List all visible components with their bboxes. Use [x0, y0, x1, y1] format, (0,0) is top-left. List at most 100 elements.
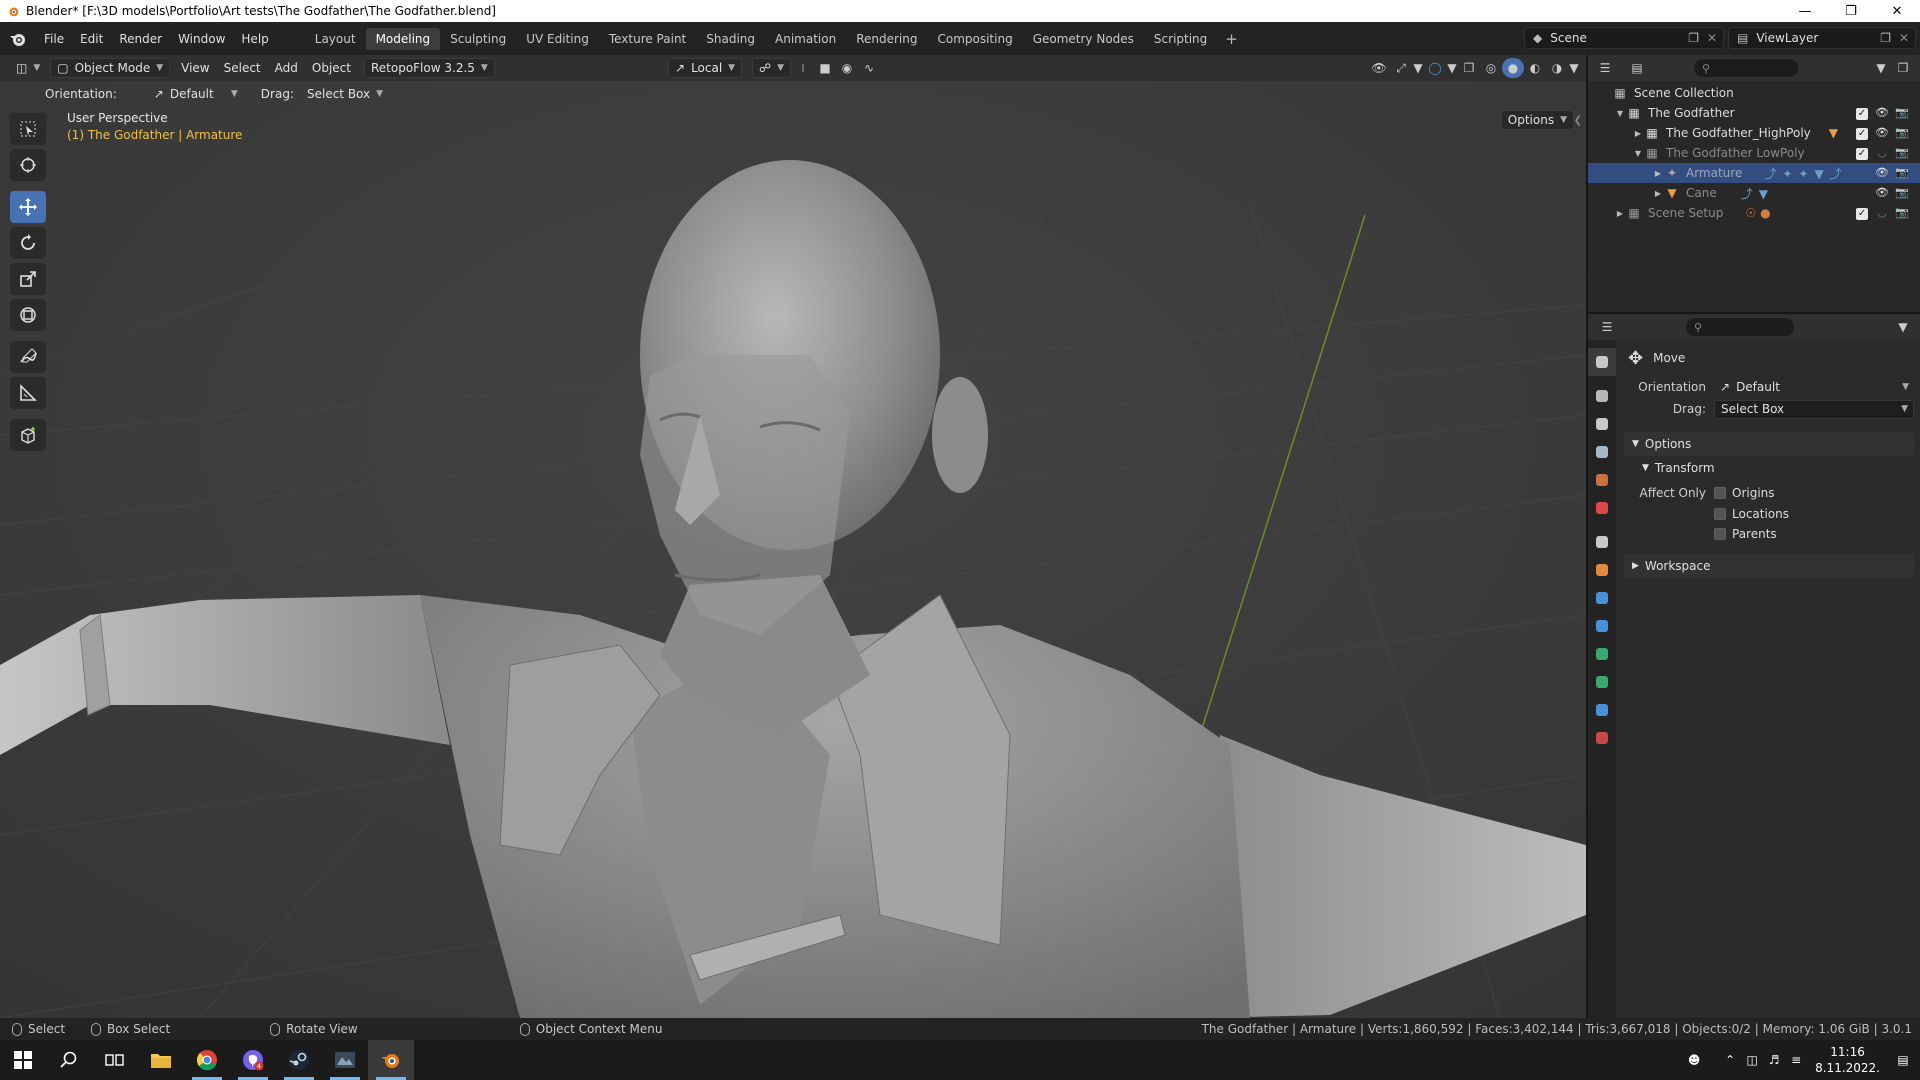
search-icon[interactable]: [46, 1040, 92, 1080]
exclude-checkbox[interactable]: ✓: [1852, 206, 1872, 220]
display-mode-icon[interactable]: ▤: [1626, 58, 1648, 78]
outliner-row-lowpoly[interactable]: ▼ ▦ The Godfather LowPoly ✓ ◡ 📷: [1588, 143, 1920, 163]
outliner-row-highpoly[interactable]: ▶ ▦ The Godfather_HighPoly ▼ ✓ 👁 📷: [1588, 123, 1920, 143]
scene-selector[interactable]: ◆ Scene ❐ ✕: [1524, 27, 1724, 49]
blender-icon[interactable]: [368, 1040, 414, 1080]
language-icon[interactable]: ≡: [1785, 1050, 1807, 1070]
tab-animation[interactable]: Animation: [765, 28, 846, 50]
start-icon[interactable]: [0, 1040, 46, 1080]
expand-right-icon[interactable]: ▶: [1652, 189, 1664, 198]
select-box-icon[interactable]: [10, 113, 46, 145]
expand-right-icon[interactable]: ▶: [1652, 169, 1664, 178]
exclude-checkbox[interactable]: ✓: [1852, 106, 1872, 120]
tab-scripting[interactable]: Scripting: [1144, 28, 1217, 50]
expand-down-icon[interactable]: ▼: [1614, 109, 1626, 118]
parents-checkbox[interactable]: [1714, 528, 1726, 540]
minimize-icon[interactable]: —: [1782, 0, 1828, 22]
physics-tab-icon[interactable]: [1588, 640, 1616, 668]
workspace-panel-header[interactable]: ▶ Workspace: [1624, 554, 1914, 578]
snap-toggle-icon[interactable]: ⧙: [792, 58, 814, 78]
annotate-icon[interactable]: [10, 341, 46, 373]
particles-tab-icon[interactable]: [1588, 612, 1616, 640]
origins-checkbox[interactable]: [1714, 487, 1726, 499]
drag-dropdown[interactable]: Select Box ▼: [1714, 399, 1914, 419]
render-camera-icon[interactable]: 📷: [1892, 206, 1912, 220]
options-button[interactable]: Options ▼: [1500, 110, 1574, 130]
hide-eye-icon[interactable]: 👁: [1872, 106, 1892, 120]
cursor-icon[interactable]: [10, 149, 46, 181]
menu-render[interactable]: Render: [111, 29, 170, 49]
game-icon[interactable]: [322, 1040, 368, 1080]
overlays-toggle-icon[interactable]: ◯: [1424, 58, 1446, 78]
view-layer-selector[interactable]: ▤ ViewLayer ❐ ✕: [1728, 27, 1916, 49]
expand-right-icon[interactable]: ▶: [1632, 129, 1644, 138]
properties-search-input[interactable]: ⚲: [1686, 318, 1794, 336]
orientation-dropdown[interactable]: ↗ Default ▼: [1714, 378, 1914, 397]
output-tab-icon[interactable]: [1588, 410, 1616, 438]
steam-icon[interactable]: [276, 1040, 322, 1080]
outliner-row-scene-collection[interactable]: ▦ Scene Collection: [1588, 83, 1920, 103]
add-cube-icon[interactable]: [10, 419, 46, 451]
hide-eye-icon[interactable]: 👁: [1872, 186, 1892, 199]
menu-object[interactable]: Object: [305, 59, 358, 77]
3d-viewport[interactable]: ◫ ▼ ▢ Object Mode ▼ View Select Add Object…: [0, 55, 1586, 1018]
delete-scene-icon[interactable]: ✕: [1707, 31, 1717, 45]
tab-layout[interactable]: Layout: [305, 28, 366, 50]
world-tab-icon[interactable]: [1588, 494, 1616, 522]
gizmo-menu-icon[interactable]: ▼: [1412, 58, 1424, 78]
material-preview-icon[interactable]: ◐: [1524, 58, 1546, 78]
tab-modeling[interactable]: Modeling: [365, 27, 441, 50]
overlays-menu-icon[interactable]: ▼: [1446, 58, 1458, 78]
outliner-editor-type-icon[interactable]: ☰: [1594, 58, 1616, 78]
task-view-icon[interactable]: [92, 1040, 138, 1080]
file-explorer-icon[interactable]: [138, 1040, 184, 1080]
outliner-row-cane[interactable]: ▶ ▼ Cane ⤴▼ 👁 📷: [1588, 183, 1920, 203]
xray-toggle-icon[interactable]: ❐: [1458, 58, 1480, 78]
menu-file[interactable]: File: [36, 29, 72, 49]
new-scene-icon[interactable]: ❐: [1688, 31, 1699, 45]
move-icon[interactable]: [10, 191, 46, 223]
measure-icon[interactable]: [10, 377, 46, 409]
mode-selector[interactable]: ▢ Object Mode ▼: [50, 58, 171, 78]
viewport-scene[interactable]: [0, 55, 1586, 1018]
proportional-edit-icon[interactable]: ◉: [836, 58, 858, 78]
new-collection-icon[interactable]: ❐: [1892, 58, 1914, 78]
filter-icon[interactable]: ▼: [1870, 58, 1892, 78]
tool-tab-icon[interactable]: [1588, 348, 1616, 376]
shading-menu-icon[interactable]: ▼: [1568, 58, 1580, 78]
chevron-up-icon[interactable]: ⌃: [1719, 1050, 1741, 1070]
falloff-icon[interactable]: ∿: [858, 58, 880, 78]
data-tab-icon[interactable]: [1588, 696, 1616, 724]
drag-dropdown[interactable]: Select Box ▼: [301, 84, 389, 104]
transform-icon[interactable]: [10, 299, 46, 331]
rendered-shading-icon[interactable]: ◑: [1546, 58, 1568, 78]
taskbar-clock[interactable]: 11:16 8.11.2022.: [1815, 1044, 1880, 1076]
tab-texture-paint[interactable]: Texture Paint: [599, 28, 696, 50]
render-tab-icon[interactable]: [1588, 382, 1616, 410]
render-camera-icon[interactable]: 📷: [1892, 126, 1912, 140]
tab-geometry-nodes[interactable]: Geometry Nodes: [1023, 28, 1144, 50]
visibility-selectability-icon[interactable]: 👁: [1368, 58, 1390, 78]
transform-orientation-selector[interactable]: ↗ Local ▼: [668, 58, 743, 78]
outliner-row-armature[interactable]: ▶ ✦ Armature ⤴✦✦▼⤴ 👁 📷: [1588, 163, 1920, 183]
hide-eye-icon[interactable]: ◡: [1872, 206, 1892, 220]
menu-view[interactable]: View: [174, 59, 216, 77]
restore-icon[interactable]: ❐: [1828, 0, 1874, 22]
viber-icon[interactable]: 4: [230, 1040, 276, 1080]
render-camera-icon[interactable]: 📷: [1892, 106, 1912, 120]
hide-eye-icon[interactable]: ◡: [1872, 146, 1892, 160]
view-layer-tab-icon[interactable]: [1588, 438, 1616, 466]
close-icon[interactable]: ✕: [1874, 0, 1920, 22]
render-camera-icon[interactable]: 📷: [1892, 186, 1912, 199]
menu-add[interactable]: Add: [268, 59, 305, 77]
orientation-dropdown[interactable]: ↗ Default ▼: [148, 84, 244, 104]
rotate-icon[interactable]: [10, 227, 46, 259]
people-icon[interactable]: ☻: [1683, 1050, 1705, 1070]
retopoflow-menu[interactable]: RetopoFlow 3.2.5 ▼: [363, 58, 495, 78]
menu-select[interactable]: Select: [217, 59, 268, 77]
tab-sculpting[interactable]: Sculpting: [440, 28, 516, 50]
tab-uv-editing[interactable]: UV Editing: [516, 28, 599, 50]
outliner-row-scene-setup[interactable]: ▶ ▦ Scene Setup ☉● ✓ ◡ 📷: [1588, 203, 1920, 223]
new-view-layer-icon[interactable]: ❐: [1880, 31, 1891, 45]
expand-right-icon[interactable]: ▶: [1614, 209, 1626, 218]
